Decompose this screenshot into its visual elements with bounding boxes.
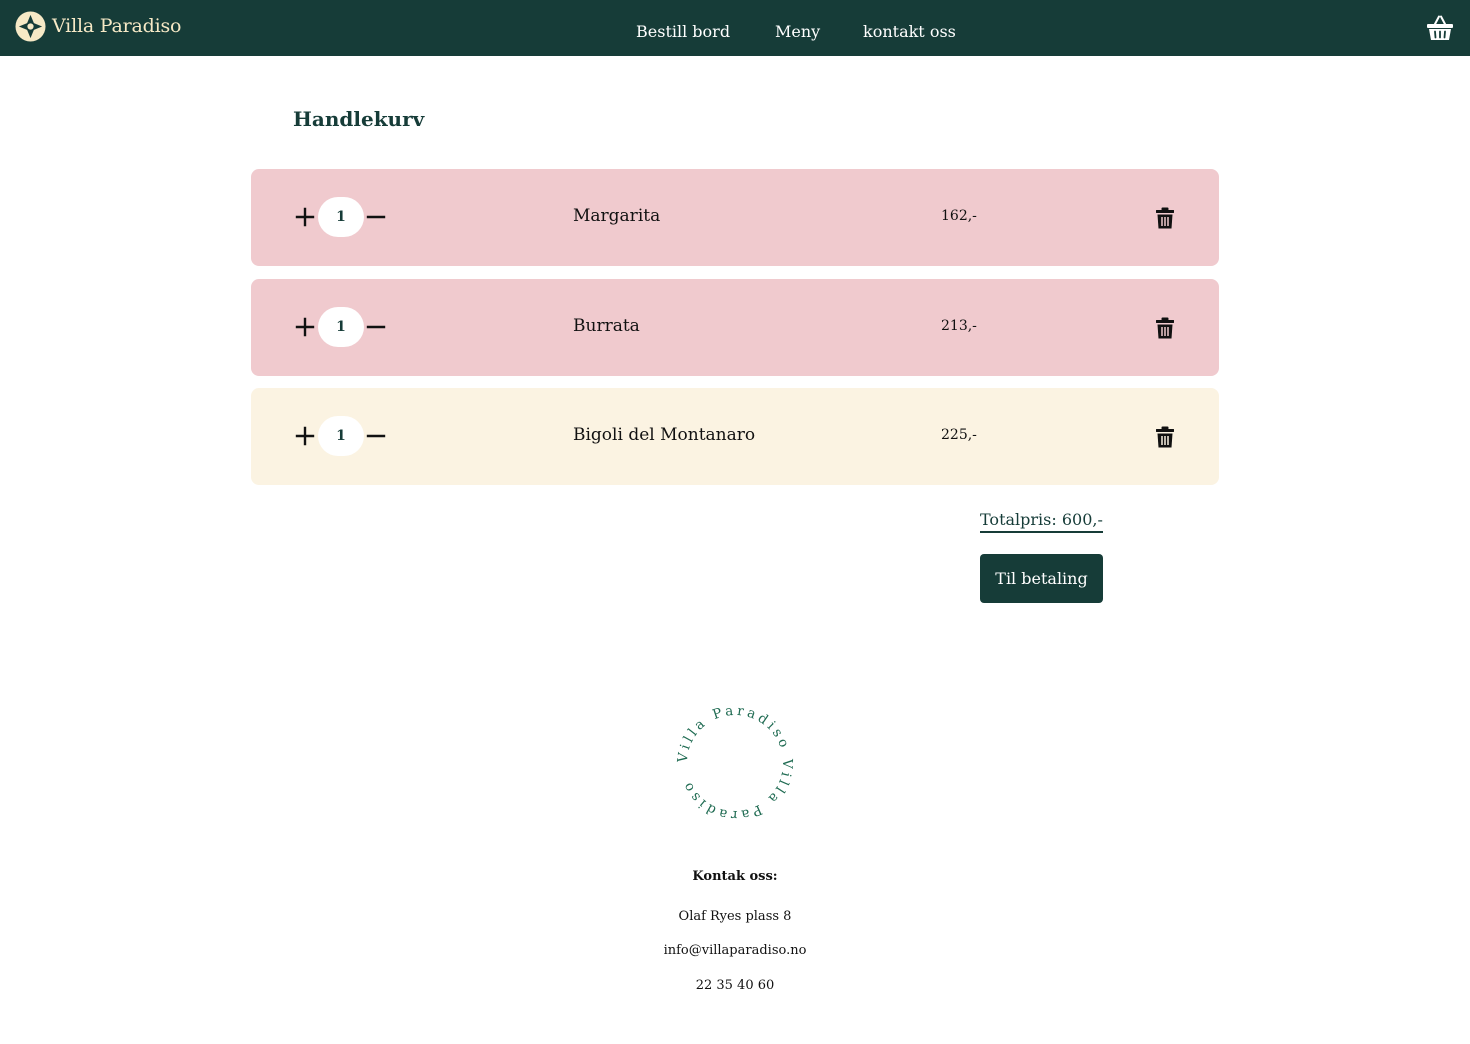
trash-icon <box>1156 317 1174 339</box>
footer-email: info@villaparadiso.no <box>663 943 807 958</box>
delete-item-button[interactable] <box>1154 316 1176 340</box>
footer-contact-heading: Kontak oss: <box>692 869 778 884</box>
brand-name: Villa Paradiso <box>52 15 182 37</box>
increase-quantity-button[interactable] <box>295 424 315 448</box>
quantity-input[interactable] <box>318 307 364 347</box>
quantity-input[interactable] <box>318 197 364 237</box>
decrease-quantity-button[interactable] <box>366 205 386 229</box>
delete-item-button[interactable] <box>1154 206 1176 230</box>
quantity-stepper <box>295 416 395 456</box>
trash-icon <box>1156 207 1174 229</box>
footer-address: Olaf Ryes plass 8 <box>678 909 792 924</box>
footer-phone: 22 35 40 60 <box>695 978 775 993</box>
cart-button[interactable] <box>1425 13 1455 43</box>
minus-icon <box>366 325 386 329</box>
quantity-stepper <box>295 307 395 347</box>
quantity-stepper <box>295 197 395 237</box>
shopping-basket-icon <box>1427 15 1453 40</box>
circular-logo-seal: Villa Paradiso Villa Paradiso <box>675 703 796 823</box>
increase-quantity-button[interactable] <box>295 315 315 339</box>
plus-icon <box>295 426 315 446</box>
svg-text:Villa Paradiso Villa Paradiso: Villa Paradiso Villa Paradiso <box>675 703 796 823</box>
main-nav: Bestill bord Meny kontakt oss <box>0 0 1470 56</box>
increase-quantity-button[interactable] <box>295 205 315 229</box>
item-price: 213,- <box>941 318 977 334</box>
trash-icon <box>1156 426 1174 448</box>
delete-item-button[interactable] <box>1154 425 1176 449</box>
plus-icon <box>295 207 315 227</box>
item-price: 225,- <box>941 427 977 443</box>
nav-link-bestill-bord[interactable]: Bestill bord <box>636 22 730 41</box>
item-name: Burrata <box>573 316 640 336</box>
site-header: Villa Paradiso Bestill bord Meny kontakt… <box>0 0 1470 56</box>
compass-rose-icon <box>15 10 46 42</box>
plus-icon <box>295 317 315 337</box>
item-name: Bigoli del Montanaro <box>573 425 756 445</box>
brand-home-link[interactable]: Villa Paradiso <box>15 10 181 42</box>
cart-item: Bigoli del Montanaro 225,- <box>251 388 1219 485</box>
nav-link-kontakt-oss[interactable]: kontakt oss <box>863 22 956 41</box>
minus-icon <box>366 434 386 438</box>
checkout-button[interactable]: Til betaling <box>980 554 1103 603</box>
minus-icon <box>366 215 386 219</box>
quantity-input[interactable] <box>318 416 364 456</box>
decrease-quantity-button[interactable] <box>366 315 386 339</box>
cart-item: Margarita 162,- <box>251 169 1219 266</box>
decrease-quantity-button[interactable] <box>366 424 386 448</box>
cart-item: Burrata 213,- <box>251 279 1219 376</box>
page-title: Handlekurv <box>293 107 425 131</box>
item-price: 162,- <box>941 208 977 224</box>
total-price: Totalpris: 600,- <box>980 510 1103 533</box>
item-name: Margarita <box>573 206 661 226</box>
seal-text: Villa Paradiso Villa Paradiso <box>675 703 793 823</box>
nav-link-meny[interactable]: Meny <box>775 22 820 41</box>
